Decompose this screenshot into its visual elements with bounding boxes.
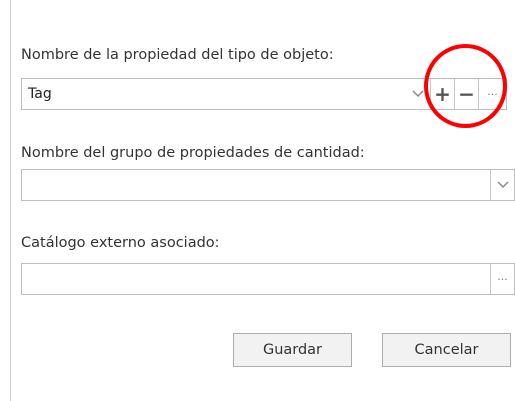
quantity-group-dropdown-button[interactable]	[490, 170, 514, 200]
browse-catalog-button[interactable]: ···	[490, 264, 514, 294]
ellipsis-icon: ···	[497, 272, 508, 286]
external-catalog-label: Catálogo externo asociado:	[21, 235, 220, 251]
remove-property-button[interactable]: −	[454, 79, 478, 109]
add-property-button[interactable]: +	[430, 79, 454, 109]
panel-divider	[10, 0, 11, 401]
quantity-group-combobox[interactable]	[21, 169, 515, 201]
chevron-down-icon[interactable]	[406, 79, 430, 109]
minus-icon: −	[458, 82, 475, 106]
chevron-down-icon	[496, 181, 509, 189]
object-type-property-value: Tag	[28, 86, 52, 102]
quantity-group-label: Nombre del grupo de propiedades de canti…	[21, 145, 365, 161]
plus-icon: +	[434, 82, 451, 106]
object-type-property-label: Nombre de la propiedad del tipo de objet…	[21, 47, 334, 63]
external-catalog-field[interactable]: ···	[21, 263, 515, 295]
more-options-button[interactable]: ···	[478, 79, 506, 109]
cancel-button[interactable]: Cancelar	[382, 333, 511, 367]
object-type-property-combobox[interactable]: Tag + − ···	[21, 78, 507, 110]
save-button[interactable]: Guardar	[233, 333, 352, 367]
ellipsis-icon: ···	[487, 87, 498, 101]
